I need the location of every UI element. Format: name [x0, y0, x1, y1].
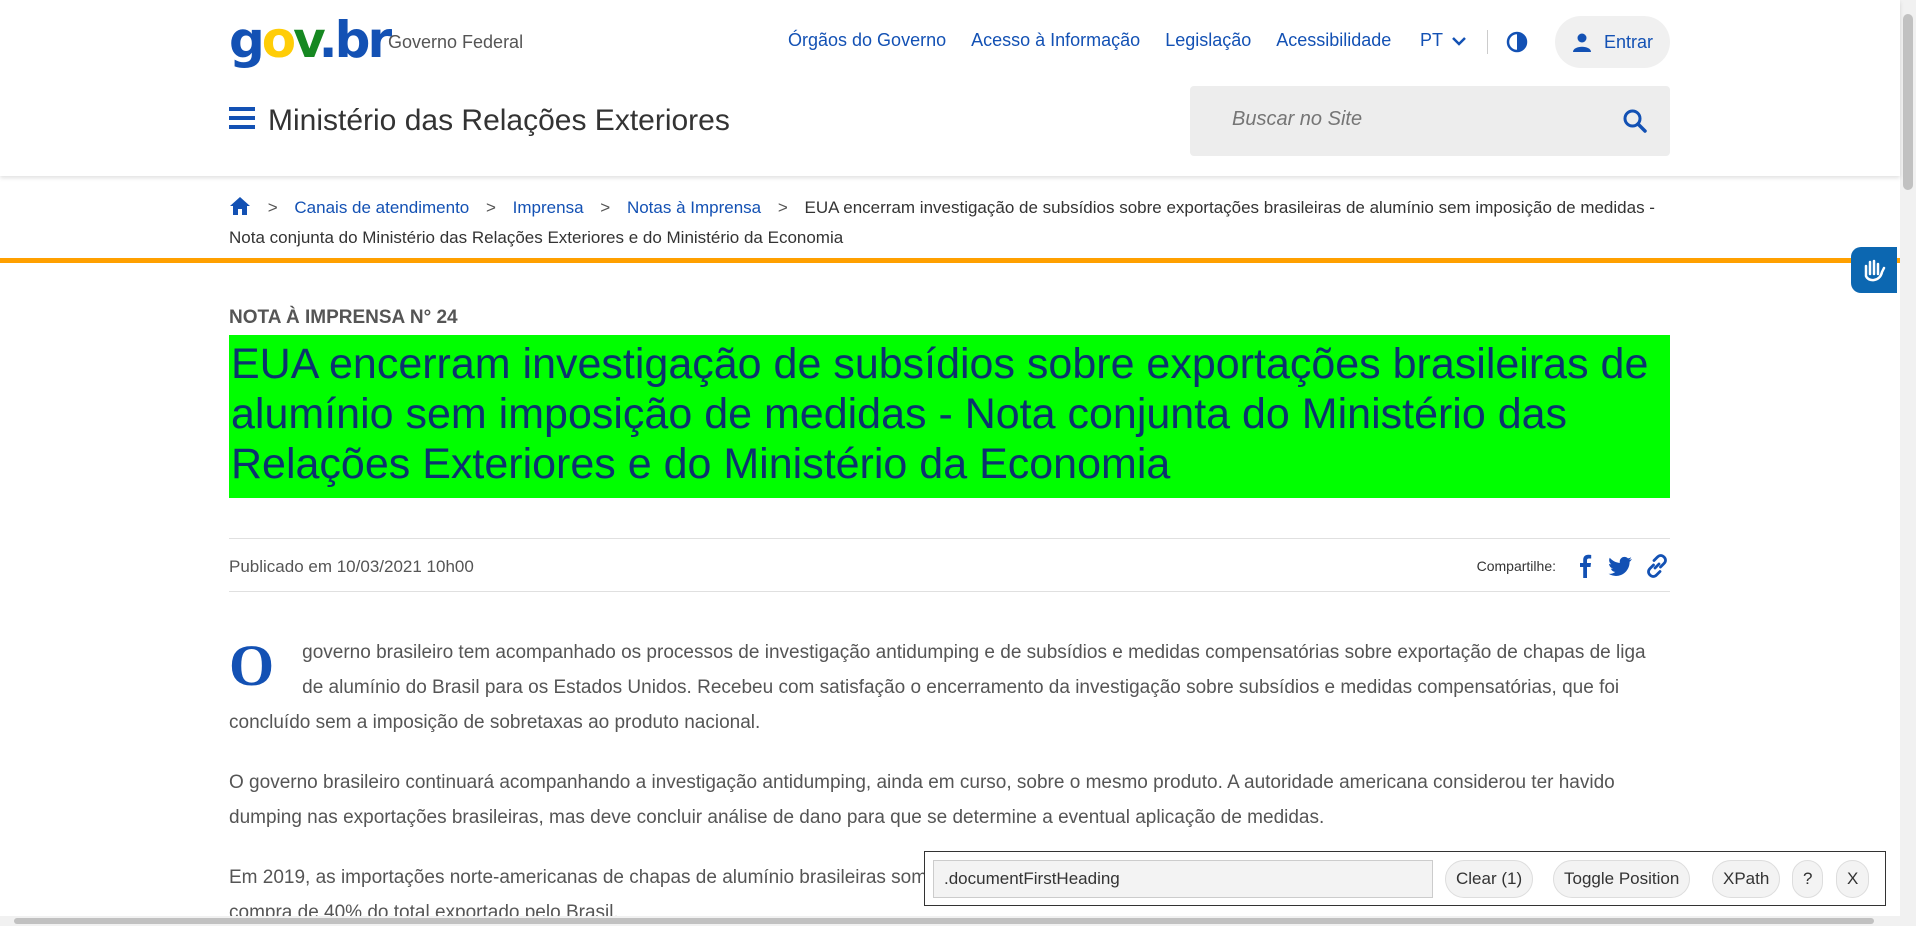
facebook-icon[interactable]	[1572, 553, 1598, 579]
breadcrumb-notas[interactable]: Notas à Imprensa	[627, 198, 761, 217]
selector-input[interactable]: .documentFirstHeading	[933, 860, 1433, 898]
share-label: Compartilhe:	[1476, 558, 1556, 574]
link-acesso-informacao[interactable]: Acesso à Informação	[971, 30, 1140, 51]
breadcrumb-imprensa[interactable]: Imprensa	[513, 198, 584, 217]
clear-button[interactable]: Clear (1)	[1445, 860, 1534, 898]
gov-label: Governo Federal	[388, 32, 524, 52]
search-box	[1190, 86, 1670, 156]
breadcrumb: > Canais de atendimento > Imprensa > Not…	[229, 193, 1670, 253]
site-title[interactable]: Ministério das Relações Exteriores	[268, 104, 730, 138]
contrast-icon[interactable]	[1505, 30, 1529, 54]
login-button[interactable]: Entrar	[1555, 16, 1670, 68]
published-date: Publicado em 10/03/2021 10h00	[229, 557, 474, 576]
page: gov.br Governo Federal Órgãos do Governo…	[0, 0, 1916, 926]
paragraph-2: O governo brasileiro continuará acompanh…	[229, 772, 1615, 828]
home-icon[interactable]	[229, 196, 251, 216]
twitter-icon[interactable]	[1608, 553, 1634, 579]
hamburger-menu-icon[interactable]	[229, 106, 255, 130]
language-selector[interactable]: PT	[1420, 30, 1467, 51]
paragraph: O governo brasileiro tem acompanhado os …	[229, 635, 1670, 740]
login-label: Entrar	[1603, 31, 1654, 52]
dropcap: O	[229, 633, 275, 698]
paragraph-1-text: governo brasileiro tem acompanhado os pr…	[229, 642, 1646, 733]
vlibras-widget[interactable]	[1851, 247, 1897, 293]
site-header: gov.br Governo Federal Órgãos do Governo…	[0, 0, 1900, 176]
link-orgaos[interactable]: Órgãos do Governo	[788, 30, 946, 51]
close-button[interactable]: X	[1836, 860, 1870, 898]
breadcrumb-canais[interactable]: Canais de atendimento	[294, 198, 469, 217]
govbr-logo[interactable]: gov.br	[229, 12, 392, 68]
chevron-down-icon	[1452, 36, 1466, 46]
title-highlight: EUA encerram investigação de subsídios s…	[229, 335, 1670, 498]
help-button[interactable]: ?	[1792, 860, 1824, 898]
language-label: PT	[1420, 30, 1444, 50]
top-links: Órgãos do Governo Acesso à Informação Le…	[788, 30, 1391, 51]
search-input[interactable]	[1232, 108, 1592, 131]
search-icon[interactable]	[1622, 108, 1648, 134]
vertical-scroll-thumb[interactable]	[1903, 14, 1913, 190]
breadcrumb-separator: >	[267, 198, 278, 217]
vertical-scrollbar[interactable]	[1900, 0, 1916, 926]
toggle-position-button[interactable]: Toggle Position	[1553, 860, 1691, 898]
hand-sign-icon	[1864, 259, 1886, 282]
horizontal-scrollbar[interactable]	[0, 916, 1900, 926]
selector-devtool-panel: .documentFirstHeading Clear (1) Toggle P…	[924, 851, 1886, 906]
divider	[1487, 30, 1488, 54]
horizontal-scroll-thumb[interactable]	[14, 918, 1874, 924]
user-icon	[1572, 33, 1591, 52]
accent-divider	[0, 258, 1900, 263]
article-meta: Publicado em 10/03/2021 10h00 Compartilh…	[229, 538, 1670, 592]
xpath-button[interactable]: XPath	[1712, 860, 1781, 898]
breadcrumb-separator: >	[600, 198, 611, 217]
link-acessibilidade[interactable]: Acessibilidade	[1276, 30, 1391, 51]
breadcrumb-separator: >	[485, 198, 496, 217]
article-kicker: NOTA À IMPRENSA N° 24	[229, 307, 458, 328]
link-legislacao[interactable]: Legislação	[1165, 30, 1251, 51]
breadcrumb-separator: >	[777, 198, 788, 217]
share-bar: Compartilhe:	[1477, 553, 1670, 579]
link-icon[interactable]	[1644, 553, 1670, 579]
page-title: EUA encerram investigação de subsídios s…	[231, 340, 1649, 488]
